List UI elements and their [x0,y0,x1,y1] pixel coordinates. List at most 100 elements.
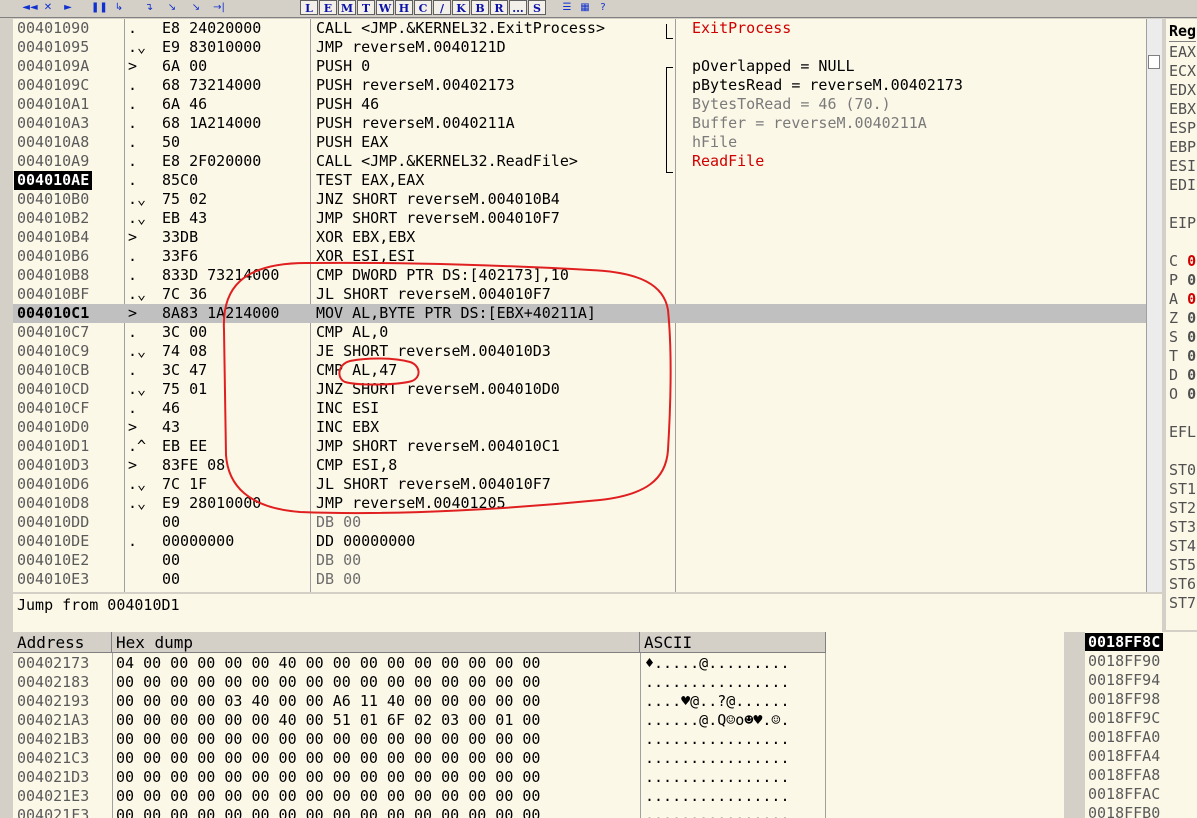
register-st0[interactable]: ST0 [1169,461,1196,480]
dump-pane[interactable]: Address Hex dump ASCII 00402173 04 00 00 … [13,632,1064,818]
disasm-row[interactable]: 004010E2 00 DB 00 [13,551,1162,570]
register-edi[interactable]: EDI [1169,176,1196,195]
toolbar-extra-icon-0[interactable]: ☰ [559,0,575,15]
register-edx[interactable]: EDX [1169,81,1196,100]
dump-row[interactable]: 004021A3 00 00 00 00 00 00 40 00 51 01 6F… [13,711,1064,730]
register-eip[interactable]: EIP [1169,214,1196,233]
register-t[interactable]: T 0 [1169,347,1196,366]
register-st2[interactable]: ST2 [1169,499,1196,518]
disasm-row[interactable]: 004010AE. 85C0 TEST EAX,EAX [13,171,1162,190]
toolbar-extra-icon-2[interactable]: ? [595,0,611,15]
stack-row[interactable]: 0018FF98 [1085,690,1163,709]
toolbar-button-s[interactable]: S [528,0,546,15]
register-z[interactable]: Z 0 [1169,309,1196,328]
register-eax[interactable]: EAX [1169,43,1196,62]
disasm-row[interactable]: 004010C1 >8A83 1A214000 MOV AL,BYTE PTR DS… [13,304,1162,323]
register-st7[interactable]: ST7 [1169,594,1196,613]
disasm-row[interactable]: 004010D0 >43 INC EBX [13,418,1162,437]
disasm-row[interactable]: 004010B0 .⌄ 75 02 JNZ SHORT reverseM.004010… [13,190,1162,209]
disasm-row[interactable]: 004010D6 .⌄ 7C 1F JL SHORT reverseM.004010F… [13,475,1162,494]
toolbar-button-t[interactable]: T [357,0,375,15]
dump-row[interactable]: 004021D3 00 00 00 00 00 00 00 00 00 00 00… [13,768,1064,787]
stack-row[interactable]: 0018FF9C [1085,709,1163,728]
dump-row[interactable]: 00402173 04 00 00 00 00 00 40 00 00 00 00… [13,654,1064,673]
disasm-row[interactable]: 004010A8. 50 PUSH EAX hFile [13,133,1162,152]
register-ecx[interactable]: ECX [1169,62,1196,81]
stack-row[interactable]: 0018FF90 [1085,652,1163,671]
toolbar-icon-0[interactable]: ◄◄ [22,0,38,15]
disasm-row[interactable]: 004010B2 .⌄ EB 43 JMP SHORT reverseM.004010… [13,209,1162,228]
disasm-row[interactable]: 00401090. E8 24020000 CALL <JMP.&KERNEL32.… [13,19,1162,38]
disasm-row[interactable]: 004010A3. 68 1A214000 PUSH reverseM.004021… [13,114,1162,133]
stack-pane[interactable]: 0018FF8C 0018FF90 0018FF94 0018FF98 0018FF9C… [1085,632,1197,818]
toolbar-icon-3[interactable]: ❚❚ [91,0,108,15]
register-p[interactable]: P 0 [1169,271,1196,290]
disasm-row[interactable]: 004010D3 >83FE 08 CMP ESI,8 [13,456,1162,475]
dump-row[interactable]: 004021F3 00 00 00 00 00 00 00 00 00 00 00… [13,806,1064,818]
disasm-row[interactable]: 004010A9. E8 2F020000 CALL <JMP.&KERNEL32.… [13,152,1162,171]
register-ebp[interactable]: EBP [1169,138,1196,157]
toolbar-button-r[interactable]: R [490,0,508,15]
toolbar-button-k[interactable]: K [452,0,470,15]
toolbar-icon-5[interactable]: ↴ [141,0,157,15]
toolbar-button-m[interactable]: M [338,0,356,15]
toolbar-button-w[interactable]: W [376,0,394,15]
toolbar-icon-6[interactable]: ↘ [164,0,180,15]
dump-row[interactable]: 004021B3 00 00 00 00 00 00 00 00 00 00 00… [13,730,1064,749]
disassembly-pane[interactable]: 00401090. E8 24020000 CALL <JMP.&KERNEL32.… [13,19,1162,592]
scroll-thumb[interactable] [1148,55,1160,69]
register-d[interactable]: D 0 [1169,366,1196,385]
dump-row[interactable]: 00402193 00 00 00 00 03 40 00 00 A6 11 40… [13,692,1064,711]
disasm-row[interactable]: 004010E3 00 DB 00 [13,570,1162,589]
toolbar-button-h[interactable]: H [395,0,413,15]
register-esp[interactable]: ESP [1169,119,1196,138]
register-st3[interactable]: ST3 [1169,518,1196,537]
stack-row[interactable]: 0018FFA0 [1085,728,1163,747]
register-s[interactable]: S 0 [1169,328,1196,347]
registers-pane[interactable]: Reg EAX ECX EDX EBX ESP EBP ESI EDI EIP C 0P 0A 0… [1166,19,1197,630]
disasm-row[interactable]: 004010B8. 833D 73214000 CMP DWORD PTR DS:[… [13,266,1162,285]
stack-row[interactable]: 0018FF8C [1085,633,1164,652]
register-o[interactable]: O 0 [1169,385,1196,404]
toolbar-icon-4[interactable]: ↳ [111,0,127,15]
toolbar-button-l[interactable]: L [300,0,318,15]
dump-row[interactable]: 00402183 00 00 00 00 00 00 00 00 00 00 00… [13,673,1064,692]
toolbar-extra-icon-1[interactable]: ▦ [577,0,593,15]
toolbar-button-dots[interactable]: ... [509,0,527,15]
register-esi[interactable]: ESI [1169,157,1196,176]
dump-header-address[interactable]: Address [13,632,112,653]
disasm-row[interactable]: 004010CB. 3C 47 CMP AL,47 [13,361,1162,380]
stack-row[interactable]: 0018FFA8 [1085,766,1163,785]
disasm-row[interactable]: 004010BF .⌄ 7C 36 JL SHORT reverseM.004010F… [13,285,1162,304]
disasm-row[interactable]: 004010C7. 3C 00 CMP AL,0 [13,323,1162,342]
disasm-row[interactable]: 004010D8 .⌄ E9 28010000 JMP reverseM.004012… [13,494,1162,513]
toolbar-button-e[interactable]: E [319,0,337,15]
disasm-row[interactable]: 0040109C. 68 73214000 PUSH reverseM.004021… [13,76,1162,95]
disasm-row[interactable]: 004010C9 .⌄ 74 08 JE SHORT reverseM.004010D… [13,342,1162,361]
register-efl[interactable]: EFL [1169,423,1196,442]
disasm-row[interactable]: 004010DE. 00000000 DD 00000000 [13,532,1162,551]
register-ebx[interactable]: EBX [1169,100,1196,119]
dump-header-ascii[interactable]: ASCII [640,632,826,653]
disasm-row[interactable]: 0040109A >6A 00 PUSH 0 pOverlapped = NULL [13,57,1162,76]
disasm-row[interactable]: 004010A1. 6A 46 PUSH 46 BytesToRead = 46 (7… [13,95,1162,114]
toolbar-button-c[interactable]: C [414,0,432,15]
disasm-row[interactable]: 004010DD 00 DB 00 [13,513,1162,532]
disasm-row[interactable]: 00401095 .⌄ E9 83010000 JMP reverseM.004012… [13,38,1162,57]
disasm-row[interactable]: 004010CF. 46 INC ESI [13,399,1162,418]
toolbar-icon-7[interactable]: ↘ [188,0,204,15]
disasm-row[interactable]: 004010B6. 33F6 XOR ESI,ESI [13,247,1162,266]
dump-row[interactable]: 004021C3 00 00 00 00 00 00 00 00 00 00 00… [13,749,1064,768]
register-st5[interactable]: ST5 [1169,556,1196,575]
disasm-row[interactable]: 004010B4 >33DB XOR EBX,EBX [13,228,1162,247]
toolbar-button-b[interactable]: B [471,0,489,15]
stack-row[interactable]: 0018FFA4 [1085,747,1163,766]
register-st6[interactable]: ST6 [1169,575,1196,594]
disassembly-scrollbar[interactable] [1146,19,1162,592]
disasm-row[interactable]: 004010D1 .^ EB EE JMP SHORT reverseM.004010… [13,437,1162,456]
register-st1[interactable]: ST1 [1169,480,1196,499]
toolbar-icon-8[interactable]: →| [211,0,227,15]
register-c[interactable]: C 0 [1169,252,1196,271]
toolbar-icon-1[interactable]: ✕ [40,0,56,15]
stack-row[interactable]: 0018FFAC [1085,785,1163,804]
